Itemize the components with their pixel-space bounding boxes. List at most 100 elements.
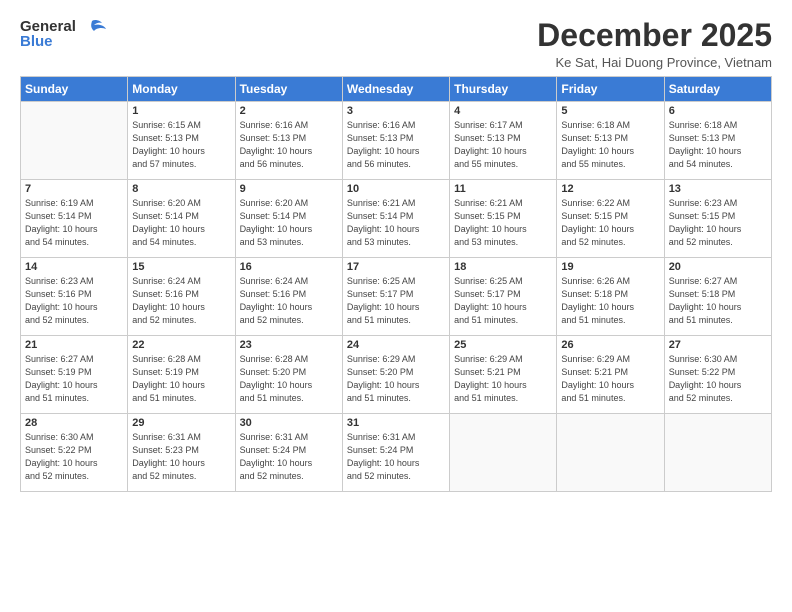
day-number: 20 — [669, 261, 767, 273]
day-number: 23 — [240, 339, 338, 351]
calendar-week-row: 21 Sunrise: 6:27 AM Sunset: 5:19 PM Dayli… — [21, 336, 772, 414]
subtitle: Ke Sat, Hai Duong Province, Vietnam — [537, 55, 772, 70]
col-monday: Monday — [128, 77, 235, 102]
cell-info: Sunrise: 6:19 AM Sunset: 5:14 PM Dayligh… — [25, 197, 123, 249]
cell-info: Sunrise: 6:17 AM Sunset: 5:13 PM Dayligh… — [454, 119, 552, 171]
calendar-cell: 15Sunrise: 6:24 AM Sunset: 5:16 PM Dayli… — [128, 258, 235, 336]
day-number: 3 — [347, 105, 445, 117]
calendar-cell: 8Sunrise: 6:20 AM Sunset: 5:14 PM Daylig… — [128, 180, 235, 258]
calendar-table: Sunday Monday Tuesday Wednesday Thursday… — [20, 76, 772, 492]
day-number: 14 — [25, 261, 123, 273]
calendar-cell — [664, 414, 771, 492]
col-wednesday: Wednesday — [342, 77, 449, 102]
page: General Blue December 2025 Ke Sat, Hai D… — [0, 0, 792, 612]
logo-bird-icon — [78, 19, 106, 35]
day-number: 18 — [454, 261, 552, 273]
cell-info: Sunrise: 6:23 AM Sunset: 5:16 PM Dayligh… — [25, 275, 123, 327]
calendar-cell: 22Sunrise: 6:28 AM Sunset: 5:19 PM Dayli… — [128, 336, 235, 414]
cell-info: Sunrise: 6:30 AM Sunset: 5:22 PM Dayligh… — [669, 353, 767, 405]
calendar-cell: 29 Sunrise: 6:31 AM Sunset: 5:23 PM Dayli… — [128, 414, 235, 492]
day-number: 27 — [669, 339, 767, 351]
col-thursday: Thursday — [450, 77, 557, 102]
day-number: 6 — [669, 105, 767, 117]
cell-info: Sunrise: 6:20 AM Sunset: 5:14 PM Dayligh… — [240, 197, 338, 249]
calendar-week-row: 1Sunrise: 6:15 AM Sunset: 5:13 PM Daylig… — [21, 102, 772, 180]
cell-info: Sunrise: 6:26 AM Sunset: 5:18 PM Dayligh… — [561, 275, 659, 327]
calendar-cell: 7 Sunrise: 6:19 AM Sunset: 5:14 PM Daylig… — [21, 180, 128, 258]
calendar-cell: 16Sunrise: 6:24 AM Sunset: 5:16 PM Dayli… — [235, 258, 342, 336]
logo-blue: Blue — [20, 33, 53, 50]
cell-info: Sunrise: 6:22 AM Sunset: 5:15 PM Dayligh… — [561, 197, 659, 249]
cell-info: Sunrise: 6:31 AM Sunset: 5:23 PM Dayligh… — [132, 431, 230, 483]
calendar-cell: 24 Sunrise: 6:29 AM Sunset: 5:20 PM Dayli… — [342, 336, 449, 414]
day-number: 17 — [347, 261, 445, 273]
calendar-header-row: Sunday Monday Tuesday Wednesday Thursday… — [21, 77, 772, 102]
cell-info: Sunrise: 6:25 AM Sunset: 5:17 PM Dayligh… — [454, 275, 552, 327]
cell-info: Sunrise: 6:15 AM Sunset: 5:13 PM Dayligh… — [132, 119, 230, 171]
col-sunday: Sunday — [21, 77, 128, 102]
calendar-week-row: 14 Sunrise: 6:23 AM Sunset: 5:16 PM Dayli… — [21, 258, 772, 336]
cell-info: Sunrise: 6:18 AM Sunset: 5:13 PM Dayligh… — [669, 119, 767, 171]
day-number: 28 — [25, 417, 123, 429]
calendar-cell — [557, 414, 664, 492]
cell-info: Sunrise: 6:31 AM Sunset: 5:24 PM Dayligh… — [347, 431, 445, 483]
day-number: 4 — [454, 105, 552, 117]
calendar-week-row: 7 Sunrise: 6:19 AM Sunset: 5:14 PM Daylig… — [21, 180, 772, 258]
cell-info: Sunrise: 6:30 AM Sunset: 5:22 PM Dayligh… — [25, 431, 123, 483]
calendar-cell: 21 Sunrise: 6:27 AM Sunset: 5:19 PM Dayli… — [21, 336, 128, 414]
day-number: 5 — [561, 105, 659, 117]
col-tuesday: Tuesday — [235, 77, 342, 102]
cell-info: Sunrise: 6:23 AM Sunset: 5:15 PM Dayligh… — [669, 197, 767, 249]
calendar-cell: 25 Sunrise: 6:29 AM Sunset: 5:21 PM Dayli… — [450, 336, 557, 414]
month-title: December 2025 — [537, 18, 772, 53]
day-number: 10 — [347, 183, 445, 195]
day-number: 12 — [561, 183, 659, 195]
calendar-cell: 1Sunrise: 6:15 AM Sunset: 5:13 PM Daylig… — [128, 102, 235, 180]
cell-info: Sunrise: 6:20 AM Sunset: 5:14 PM Dayligh… — [132, 197, 230, 249]
calendar-cell: 9 Sunrise: 6:20 AM Sunset: 5:14 PM Daylig… — [235, 180, 342, 258]
cell-info: Sunrise: 6:24 AM Sunset: 5:16 PM Dayligh… — [132, 275, 230, 327]
day-number: 9 — [240, 183, 338, 195]
calendar-cell: 27 Sunrise: 6:30 AM Sunset: 5:22 PM Dayli… — [664, 336, 771, 414]
calendar-cell: 20 Sunrise: 6:27 AM Sunset: 5:18 PM Dayli… — [664, 258, 771, 336]
day-number: 26 — [561, 339, 659, 351]
day-number: 31 — [347, 417, 445, 429]
cell-info: Sunrise: 6:29 AM Sunset: 5:21 PM Dayligh… — [561, 353, 659, 405]
day-number: 25 — [454, 339, 552, 351]
calendar-week-row: 28 Sunrise: 6:30 AM Sunset: 5:22 PM Dayli… — [21, 414, 772, 492]
cell-info: Sunrise: 6:28 AM Sunset: 5:19 PM Dayligh… — [132, 353, 230, 405]
day-number: 24 — [347, 339, 445, 351]
cell-info: Sunrise: 6:18 AM Sunset: 5:13 PM Dayligh… — [561, 119, 659, 171]
logo: General Blue — [20, 18, 106, 50]
cell-info: Sunrise: 6:27 AM Sunset: 5:18 PM Dayligh… — [669, 275, 767, 327]
calendar-cell: 11 Sunrise: 6:21 AM Sunset: 5:15 PM Dayli… — [450, 180, 557, 258]
day-number: 19 — [561, 261, 659, 273]
day-number: 30 — [240, 417, 338, 429]
cell-info: Sunrise: 6:27 AM Sunset: 5:19 PM Dayligh… — [25, 353, 123, 405]
cell-info: Sunrise: 6:24 AM Sunset: 5:16 PM Dayligh… — [240, 275, 338, 327]
day-number: 7 — [25, 183, 123, 195]
calendar-cell: 28 Sunrise: 6:30 AM Sunset: 5:22 PM Dayli… — [21, 414, 128, 492]
cell-info: Sunrise: 6:29 AM Sunset: 5:21 PM Dayligh… — [454, 353, 552, 405]
calendar-cell: 19 Sunrise: 6:26 AM Sunset: 5:18 PM Dayli… — [557, 258, 664, 336]
calendar-cell: 30 Sunrise: 6:31 AM Sunset: 5:24 PM Dayli… — [235, 414, 342, 492]
calendar-cell: 17 Sunrise: 6:25 AM Sunset: 5:17 PM Dayli… — [342, 258, 449, 336]
cell-info: Sunrise: 6:21 AM Sunset: 5:15 PM Dayligh… — [454, 197, 552, 249]
calendar-cell: 31 Sunrise: 6:31 AM Sunset: 5:24 PM Dayli… — [342, 414, 449, 492]
calendar-cell: 13Sunrise: 6:23 AM Sunset: 5:15 PM Dayli… — [664, 180, 771, 258]
calendar-cell: 14 Sunrise: 6:23 AM Sunset: 5:16 PM Dayli… — [21, 258, 128, 336]
day-number: 11 — [454, 183, 552, 195]
cell-info: Sunrise: 6:25 AM Sunset: 5:17 PM Dayligh… — [347, 275, 445, 327]
cell-info: Sunrise: 6:31 AM Sunset: 5:24 PM Dayligh… — [240, 431, 338, 483]
calendar-cell: 12 Sunrise: 6:22 AM Sunset: 5:15 PM Dayli… — [557, 180, 664, 258]
day-number: 29 — [132, 417, 230, 429]
cell-info: Sunrise: 6:29 AM Sunset: 5:20 PM Dayligh… — [347, 353, 445, 405]
calendar-cell: 6 Sunrise: 6:18 AM Sunset: 5:13 PM Daylig… — [664, 102, 771, 180]
day-number: 21 — [25, 339, 123, 351]
cell-info: Sunrise: 6:21 AM Sunset: 5:14 PM Dayligh… — [347, 197, 445, 249]
col-saturday: Saturday — [664, 77, 771, 102]
cell-info: Sunrise: 6:16 AM Sunset: 5:13 PM Dayligh… — [240, 119, 338, 171]
title-section: December 2025 Ke Sat, Hai Duong Province… — [537, 18, 772, 70]
cell-info: Sunrise: 6:28 AM Sunset: 5:20 PM Dayligh… — [240, 353, 338, 405]
calendar-cell: 10 Sunrise: 6:21 AM Sunset: 5:14 PM Dayli… — [342, 180, 449, 258]
